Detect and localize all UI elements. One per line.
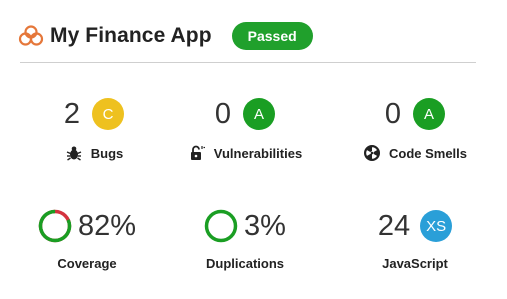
cloud-logo-icon bbox=[18, 23, 44, 49]
project-title[interactable]: My Finance App bbox=[50, 24, 212, 48]
bug-icon bbox=[65, 144, 83, 162]
language-label: JavaScript bbox=[382, 256, 448, 271]
lock-icon bbox=[188, 144, 206, 162]
vulnerabilities-label: Vulnerabilities bbox=[213, 145, 303, 161]
duplications-label: Duplications bbox=[205, 256, 284, 271]
code-smells-rating-badge: A bbox=[413, 98, 446, 130]
code-smells-count[interactable]: 0 bbox=[385, 98, 401, 131]
code-smells-label: Code Smells bbox=[388, 145, 468, 161]
size-rating-badge: XS bbox=[420, 210, 453, 242]
coverage-donut-chart bbox=[38, 209, 72, 243]
radiation-icon bbox=[363, 144, 381, 162]
header-divider bbox=[20, 62, 476, 63]
quality-gate-status-badge: Passed bbox=[231, 22, 313, 50]
vulnerabilities-count[interactable]: 0 bbox=[215, 98, 231, 131]
coverage-metric[interactable]: 82% Coverage bbox=[12, 208, 162, 271]
code-smells-metric[interactable]: 0 A Code Smells bbox=[340, 96, 490, 162]
lines-of-code-metric[interactable]: 24 XS JavaScript bbox=[340, 208, 490, 271]
lines-of-code-value[interactable]: 24 bbox=[378, 210, 410, 243]
vulnerabilities-rating-badge: A bbox=[243, 98, 276, 130]
coverage-label: Coverage bbox=[57, 256, 117, 271]
duplications-value[interactable]: 3% bbox=[244, 210, 286, 243]
duplications-donut-chart bbox=[204, 209, 238, 243]
duplications-metric[interactable]: 3% Duplications bbox=[170, 208, 320, 271]
bugs-count[interactable]: 2 bbox=[64, 98, 80, 131]
bugs-metric[interactable]: 2 C Bugs bbox=[19, 96, 169, 162]
bugs-rating-badge: C bbox=[92, 98, 125, 130]
coverage-value[interactable]: 82% bbox=[78, 210, 136, 243]
bugs-label: Bugs bbox=[90, 145, 124, 161]
vulnerabilities-metric[interactable]: 0 A Vulnerabilities bbox=[170, 96, 320, 162]
project-header: My Finance App Passed bbox=[18, 18, 478, 54]
